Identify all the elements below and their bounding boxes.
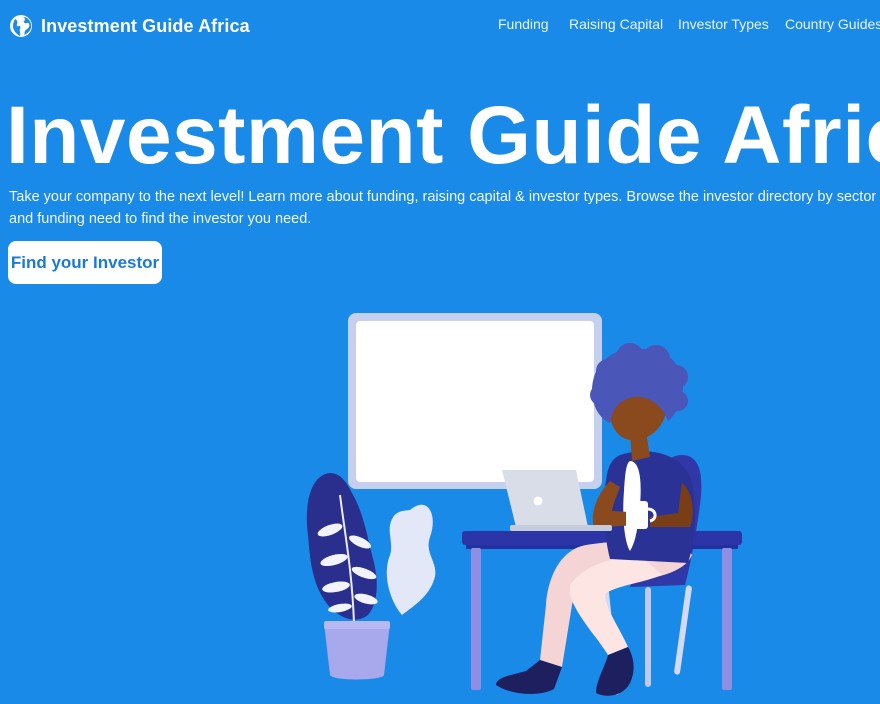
find-investor-button[interactable]: Find your Investor [8, 241, 162, 284]
hero-lede-line-1: Take your company to the next level! Lea… [9, 189, 877, 205]
hero-illustration [306, 313, 742, 696]
page: Investment Guide Africa Funding Raising … [0, 0, 880, 704]
potted-plant [306, 473, 436, 680]
hero-title: Investment Guide Africa [6, 90, 880, 181]
hero-lede: Take your company to the next level! Lea… [9, 186, 880, 230]
nav-link-raising-capital[interactable]: Raising Capital [569, 16, 663, 32]
nav-link-funding[interactable]: Funding [498, 16, 549, 32]
whiteboard [348, 313, 602, 489]
navbar: Investment Guide Africa Funding Raising … [0, 0, 880, 52]
nav-link-investor-types[interactable]: Investor Types [678, 16, 769, 32]
hero-lede-line-2: and funding need to find the investor yo… [9, 211, 312, 227]
main-nav: Funding Raising Capital Investor Types C… [0, 16, 880, 36]
nav-link-country-guides[interactable]: Country Guides [785, 16, 880, 32]
